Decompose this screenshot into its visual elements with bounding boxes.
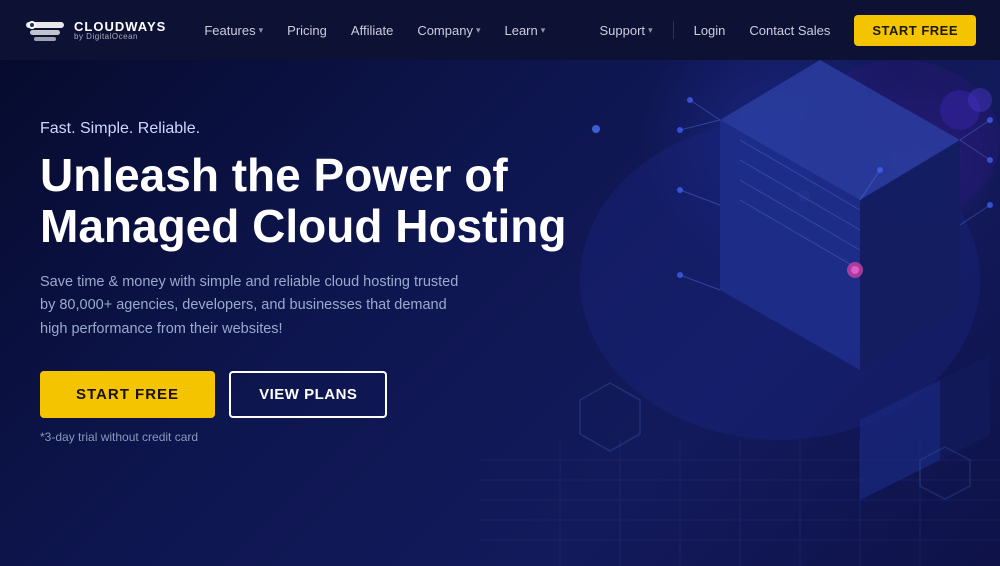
- hero-tagline: Fast. Simple. Reliable.: [40, 120, 566, 138]
- logo-name: CLOUDWAYS: [74, 20, 166, 33]
- navbar: CLOUDWAYS by DigitalOcean Features ▾ Pri…: [0, 0, 1000, 60]
- hero-title-line2: Managed Cloud Hosting: [40, 200, 566, 252]
- nav-features[interactable]: Features ▾: [194, 15, 273, 46]
- nav-pricing[interactable]: Pricing: [277, 15, 337, 46]
- chevron-down-icon: ▾: [541, 25, 546, 36]
- nav-company[interactable]: Company ▾: [407, 15, 490, 46]
- chevron-down-icon: ▾: [476, 25, 481, 36]
- nav-login[interactable]: Login: [684, 15, 736, 46]
- chevron-down-icon: ▾: [648, 25, 653, 36]
- hero-buttons: START FREE VIEW PLANS: [40, 371, 566, 418]
- logo-sub: by DigitalOcean: [74, 33, 166, 41]
- nav-affiliate[interactable]: Affiliate: [341, 15, 403, 46]
- hero-view-plans-button[interactable]: VIEW PLANS: [229, 371, 387, 418]
- nav-support[interactable]: Support ▾: [590, 15, 663, 46]
- trial-note: *3-day trial without credit card: [40, 430, 566, 444]
- nav-divider: [673, 21, 674, 39]
- hero-content: Fast. Simple. Reliable. Unleash the Powe…: [40, 120, 566, 444]
- hero-title-line1: Unleash the Power of: [40, 149, 508, 201]
- logo[interactable]: CLOUDWAYS by DigitalOcean: [24, 12, 166, 48]
- chevron-down-icon: ▾: [259, 25, 264, 36]
- nav-learn[interactable]: Learn ▾: [494, 15, 555, 46]
- logo-icon: [24, 12, 66, 48]
- nav-left: Features ▾ Pricing Affiliate Company ▾ L…: [194, 15, 589, 46]
- hero-section: Fast. Simple. Reliable. Unleash the Powe…: [0, 60, 1000, 566]
- nav-right: Support ▾ Login Contact Sales START FREE: [590, 15, 976, 46]
- hero-title: Unleash the Power of Managed Cloud Hosti…: [40, 150, 566, 251]
- nav-start-free-button[interactable]: START FREE: [854, 15, 976, 46]
- hero-start-free-button[interactable]: START FREE: [40, 371, 215, 418]
- hero-description: Save time & money with simple and reliab…: [40, 271, 470, 341]
- nav-contact-sales[interactable]: Contact Sales: [739, 15, 840, 46]
